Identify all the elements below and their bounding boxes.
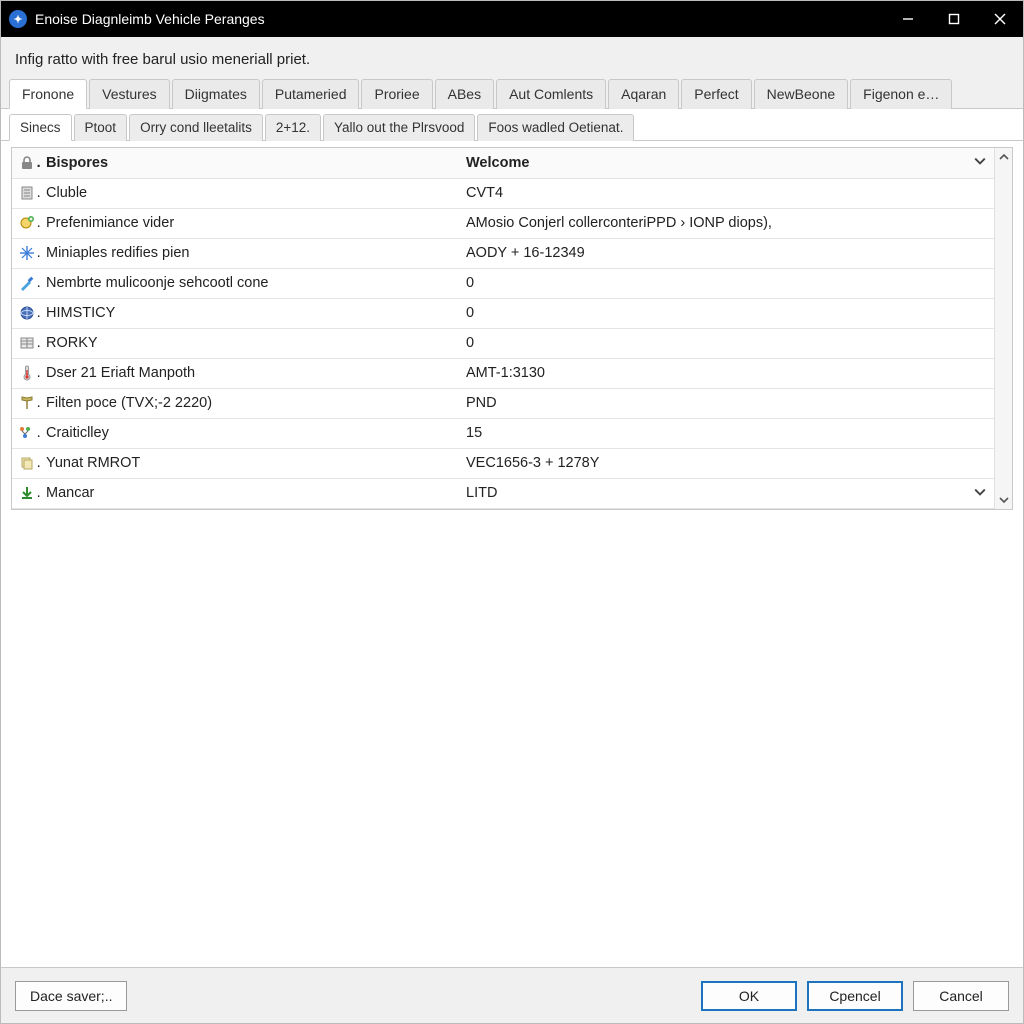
tab-primary[interactable]: Diigmates bbox=[172, 79, 260, 109]
property-value[interactable]: 0 bbox=[460, 298, 966, 328]
dialog-description: Infig ratto with free barul usio meneria… bbox=[1, 37, 1023, 78]
property-row[interactable]: HIMSTICY0 bbox=[12, 298, 994, 328]
property-name: Nembrte mulicoonje sehcootl cone bbox=[40, 268, 460, 298]
property-name: RORKY bbox=[40, 328, 460, 358]
chevron-down-icon[interactable] bbox=[974, 485, 986, 501]
property-row[interactable]: Yunat RMROTVEC1656-3 + 1278Y bbox=[12, 448, 994, 478]
tab-primary[interactable]: Vestures bbox=[89, 79, 169, 109]
property-value[interactable]: VEC1656-3 + 1278Y bbox=[460, 448, 966, 478]
property-row[interactable]: ClubleCVT4 bbox=[12, 178, 994, 208]
star-cross-icon bbox=[18, 244, 36, 262]
property-value[interactable]: LITD bbox=[460, 478, 966, 508]
property-value[interactable]: PND bbox=[460, 388, 966, 418]
tab-primary[interactable]: Figenon e… bbox=[850, 79, 952, 109]
scroll-up-icon[interactable] bbox=[997, 150, 1011, 164]
tab-secondary[interactable]: Ptoot bbox=[74, 114, 128, 141]
cancel-button[interactable]: Cancel bbox=[913, 981, 1009, 1011]
property-header-value: Welcome bbox=[460, 148, 966, 178]
tabs-primary: FrononeVesturesDiigmatesPutameriedProrie… bbox=[1, 78, 1023, 109]
globe-plus-icon bbox=[18, 214, 36, 232]
tab-secondary[interactable]: 2+12. bbox=[265, 114, 321, 141]
property-row[interactable]: MancarLITD bbox=[12, 478, 994, 508]
scroll-down-icon[interactable] bbox=[997, 493, 1011, 507]
tabs-secondary: SinecsPtootOrry cond lleetalits2+12.Yall… bbox=[1, 109, 1023, 141]
app-icon: ✦ bbox=[9, 10, 27, 28]
window-title: Enoise Diagnleimb Vehicle Peranges bbox=[35, 11, 885, 27]
property-value[interactable]: CVT4 bbox=[460, 178, 966, 208]
tab-secondary[interactable]: Orry cond lleetalits bbox=[129, 114, 263, 141]
button-bar: Dace saver;.. OK Cpencel Cancel bbox=[1, 967, 1023, 1023]
property-scroll: BisporesWelcomeClubleCVT4Prefenimiance v… bbox=[12, 148, 994, 509]
property-value[interactable]: 0 bbox=[460, 268, 966, 298]
tab-primary[interactable]: NewBeone bbox=[754, 79, 849, 109]
dialog-window: ✦ Enoise Diagnleimb Vehicle Peranges Inf… bbox=[0, 0, 1024, 1024]
maximize-button[interactable] bbox=[931, 1, 977, 37]
property-row[interactable]: Prefenimiance viderAMosio Conjerl coller… bbox=[12, 208, 994, 238]
property-value[interactable]: AMT-1:3130 bbox=[460, 358, 966, 388]
close-button[interactable] bbox=[977, 1, 1023, 37]
property-name: Filten poce (TVX;-2 2220) bbox=[40, 388, 460, 418]
blank-area bbox=[1, 520, 1023, 968]
property-name: Dser 21 Eriaft Manpoth bbox=[40, 358, 460, 388]
property-header-row: BisporesWelcome bbox=[12, 148, 994, 178]
cpencel-button[interactable]: Cpencel bbox=[807, 981, 903, 1011]
property-name: Yunat RMROT bbox=[40, 448, 460, 478]
stack-icon bbox=[18, 454, 36, 472]
minimize-button[interactable] bbox=[885, 1, 931, 37]
table-icon bbox=[18, 334, 36, 352]
lock-icon bbox=[18, 154, 36, 172]
property-row[interactable]: Craiticlley15 bbox=[12, 418, 994, 448]
property-row[interactable]: Dser 21 Eriaft ManpothAMT-1:3130 bbox=[12, 358, 994, 388]
doc-icon bbox=[18, 184, 36, 202]
property-name: Prefenimiance vider bbox=[40, 208, 460, 238]
save-button[interactable]: Dace saver;.. bbox=[15, 981, 127, 1011]
globe-icon bbox=[18, 304, 36, 322]
property-name: Cluble bbox=[40, 178, 460, 208]
property-table: BisporesWelcomeClubleCVT4Prefenimiance v… bbox=[12, 148, 994, 509]
property-name: Miniaples redifies pien bbox=[40, 238, 460, 268]
property-header-name: Bispores bbox=[40, 148, 460, 178]
property-value[interactable]: AODY + 16-12349 bbox=[460, 238, 966, 268]
property-panel: BisporesWelcomeClubleCVT4Prefenimiance v… bbox=[11, 147, 1013, 510]
filter-icon bbox=[18, 394, 36, 412]
vertical-scrollbar[interactable] bbox=[994, 148, 1012, 509]
property-value[interactable]: AMosio Conjerl collerconteriPPD › IONP d… bbox=[460, 208, 966, 238]
property-name: HIMSTICY bbox=[40, 298, 460, 328]
tab-secondary[interactable]: Sinecs bbox=[9, 114, 72, 141]
property-row[interactable]: Miniaples redifies pienAODY + 16-12349 bbox=[12, 238, 994, 268]
property-name: Mancar bbox=[40, 478, 460, 508]
tab-primary[interactable]: Aqaran bbox=[608, 79, 679, 109]
tab-primary[interactable]: ABes bbox=[435, 79, 494, 109]
thermometer-icon bbox=[18, 364, 36, 382]
download-icon bbox=[18, 484, 36, 502]
tab-primary[interactable]: Proriee bbox=[361, 79, 432, 109]
tab-primary[interactable]: Putameried bbox=[262, 79, 360, 109]
property-value[interactable]: 0 bbox=[460, 328, 966, 358]
chevron-down-icon[interactable] bbox=[974, 154, 986, 170]
content-area: BisporesWelcomeClubleCVT4Prefenimiance v… bbox=[1, 141, 1023, 520]
tab-primary[interactable]: Perfect bbox=[681, 79, 751, 109]
property-row[interactable]: RORKY0 bbox=[12, 328, 994, 358]
property-name: Craiticlley bbox=[40, 418, 460, 448]
tab-secondary[interactable]: Yallo out the Plrsvood bbox=[323, 114, 475, 141]
tree-icon bbox=[18, 424, 36, 442]
property-row[interactable]: Nembrte mulicoonje sehcootl cone0 bbox=[12, 268, 994, 298]
property-row[interactable]: Filten poce (TVX;-2 2220)PND bbox=[12, 388, 994, 418]
tab-primary[interactable]: Fronone bbox=[9, 79, 87, 109]
brush-icon bbox=[18, 274, 36, 292]
titlebar: ✦ Enoise Diagnleimb Vehicle Peranges bbox=[1, 1, 1023, 37]
ok-button[interactable]: OK bbox=[701, 981, 797, 1011]
window-controls bbox=[885, 1, 1023, 37]
property-value[interactable]: 15 bbox=[460, 418, 966, 448]
tab-primary[interactable]: Aut Comlents bbox=[496, 79, 606, 109]
tab-secondary[interactable]: Foos wadled Oetienat. bbox=[477, 114, 634, 141]
